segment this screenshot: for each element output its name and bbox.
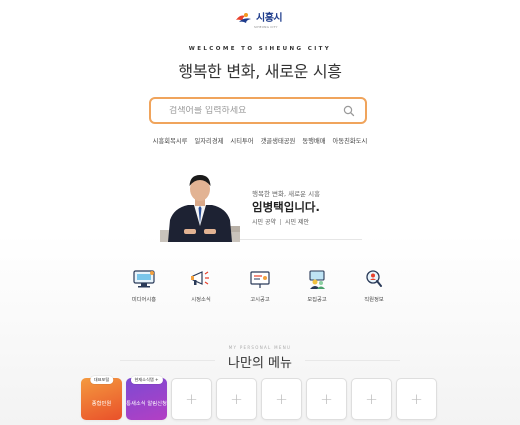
my-menu-title: 나만의 메뉴 xyxy=(228,356,292,371)
plus-icon: + xyxy=(275,389,288,408)
quick-link[interactable]: 갯골생태공원 xyxy=(261,136,296,145)
icon-menu-media[interactable]: 미디어시흥 xyxy=(118,268,170,303)
icon-menu-label: 시정소식 xyxy=(191,297,211,303)
quick-link[interactable]: 일자리경제 xyxy=(194,136,223,145)
quick-link[interactable]: 아동친화도시 xyxy=(333,136,368,145)
logo-text: 시흥시 xyxy=(256,13,283,24)
card-tag: 현재소식탭 + xyxy=(130,376,163,384)
icon-menu-label: 미디어시흥 xyxy=(131,297,157,303)
icon-menu: 미디어시흥 시정소식 고시공고 모집공고 직원정보 xyxy=(118,268,408,308)
quick-link[interactable]: 시흥회복시루 xyxy=(153,136,188,145)
proposal-link[interactable]: 시민 제안 xyxy=(285,217,309,226)
quick-link[interactable]: 동행배매 xyxy=(302,136,325,145)
mayor-subtitle: 행복한 변화, 새로운 시흥 xyxy=(252,190,321,198)
icon-menu-label: 직원정보 xyxy=(364,297,384,303)
mayor-name: 임병택입니다. xyxy=(252,200,320,214)
megaphone-icon xyxy=(191,271,209,285)
monitor-icon xyxy=(133,270,155,288)
icon-menu-recruit[interactable]: 모집공고 xyxy=(291,268,343,303)
my-menu-cards: 대표포털 종합민원 현재소식탭 + 통새소식 알림신청 + + + + + + xyxy=(81,376,437,420)
search-bar xyxy=(149,97,367,124)
plus-icon: + xyxy=(365,389,378,408)
magnifier-person-icon xyxy=(366,270,382,287)
plus-icon: + xyxy=(320,389,333,408)
divider xyxy=(280,218,281,225)
card-text: 통새소식 알림신청 xyxy=(126,400,167,407)
notice-board-icon xyxy=(250,271,270,288)
search-input[interactable] xyxy=(169,105,343,116)
card-text: 종합민원 xyxy=(91,400,112,407)
logo-subtext: SIHEUNG CITY xyxy=(254,25,278,29)
card-tag: 대표포털 xyxy=(89,376,114,384)
mayor-photo xyxy=(160,175,240,242)
search-icon[interactable] xyxy=(343,105,355,117)
add-menu-button[interactable]: + xyxy=(171,378,212,420)
add-menu-button[interactable]: + xyxy=(351,378,392,420)
mayor-links: 시민 공약 시민 제안 xyxy=(252,217,309,226)
city-logo[interactable]: 시흥시 SIHEUNG CITY xyxy=(234,11,283,29)
icon-menu-news[interactable]: 시정소식 xyxy=(175,268,227,303)
page: 시흥시 SIHEUNG CITY WELCOME TO SIHEUNG CITY… xyxy=(0,0,520,425)
quick-link[interactable]: 시티투어 xyxy=(230,136,253,145)
mayor-info: 행복한 변화, 새로운 시흥 임병택입니다. 시민 공약 시민 제안 xyxy=(240,178,362,240)
plus-icon: + xyxy=(410,389,423,408)
add-menu-button[interactable]: + xyxy=(216,378,257,420)
quick-links: 시흥회복시루 일자리경제 시티투어 갯골생태공원 동행배매 아동친화도시 xyxy=(0,136,520,145)
plus-icon: + xyxy=(230,389,243,408)
plus-icon: + xyxy=(185,389,198,408)
my-menu-card-civil[interactable]: 대표포털 종합민원 xyxy=(81,376,122,420)
add-menu-button[interactable]: + xyxy=(396,378,437,420)
pledge-link[interactable]: 시민 공약 xyxy=(252,217,276,226)
add-menu-button[interactable]: + xyxy=(261,378,302,420)
welcome-text: WELCOME TO SIHEUNG CITY xyxy=(188,46,332,52)
icon-menu-staff[interactable]: 직원정보 xyxy=(348,268,400,303)
page-headline: 행복한 변화, 새로운 시흥 xyxy=(178,62,342,81)
recruit-icon xyxy=(309,270,325,289)
siheung-logo-icon xyxy=(236,13,251,23)
my-menu-subtitle: MY PERSONAL MENU xyxy=(228,345,292,350)
add-menu-button[interactable]: + xyxy=(306,378,347,420)
my-menu-card-alert[interactable]: 현재소식탭 + 통새소식 알림신청 xyxy=(126,376,167,420)
icon-menu-label: 고시공고 xyxy=(250,297,270,303)
icon-menu-label: 모집공고 xyxy=(307,297,327,303)
icon-menu-notice[interactable]: 고시공고 xyxy=(234,268,286,303)
